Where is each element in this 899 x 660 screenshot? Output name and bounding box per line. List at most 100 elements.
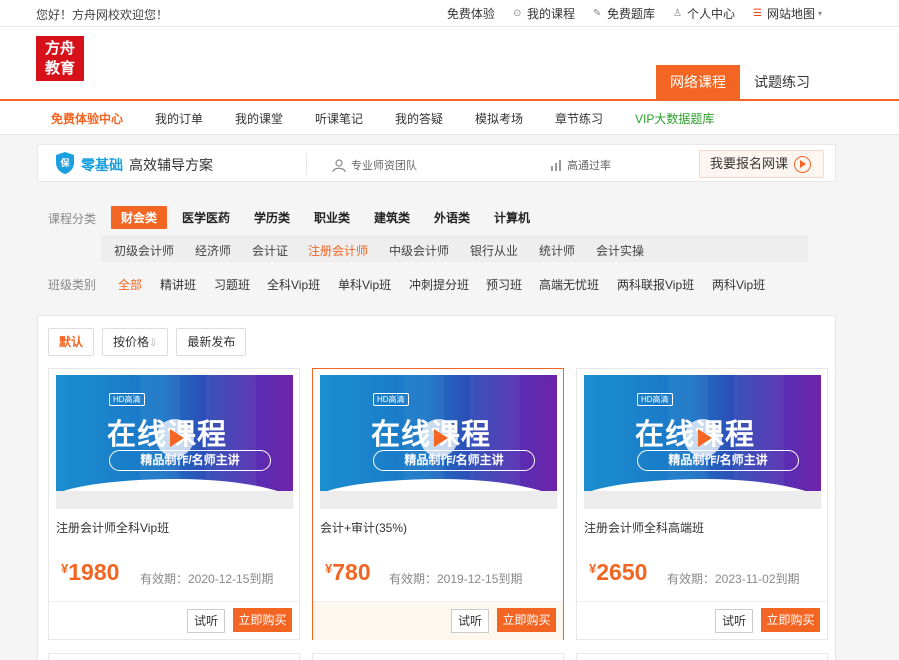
course-card[interactable] bbox=[48, 653, 300, 660]
sort-price-button[interactable]: 按价格⇩ bbox=[102, 328, 169, 356]
subnav-chapter-practice[interactable]: 章节练习 bbox=[555, 110, 603, 127]
subcategory-item[interactable]: 会计证 bbox=[252, 242, 288, 259]
course-price: ¥780 bbox=[325, 559, 371, 586]
course-list: 默认 按价格⇩ 最新发布 HD高清 在线课程 精品制作/名师主讲 注册会计师全科… bbox=[37, 315, 836, 660]
class-filter-item[interactable]: 精讲班 bbox=[160, 276, 196, 293]
class-filter-item[interactable]: 预习班 bbox=[486, 276, 522, 293]
shield-icon: 保 bbox=[56, 152, 74, 174]
category-accounting[interactable]: 财会类 bbox=[111, 206, 168, 229]
subcategory-item[interactable]: 经济师 bbox=[195, 242, 231, 259]
trial-button[interactable]: 试听 bbox=[187, 609, 225, 633]
top-link-label: 我的课程 bbox=[526, 7, 575, 21]
subnav-my-classroom[interactable]: 我的课堂 bbox=[235, 110, 283, 127]
course-card[interactable]: HD高清 在线课程 精品制作/名师主讲 会计+审计(35%) ¥780 有效期：… bbox=[312, 368, 564, 640]
banner-feature-label: 高通过率 bbox=[567, 160, 611, 172]
category-language[interactable]: 外语类 bbox=[434, 209, 470, 226]
play-icon[interactable] bbox=[420, 419, 458, 457]
course-name[interactable]: 注册会计师全科高端班 bbox=[584, 519, 704, 536]
nav-exam-practice[interactable]: 试题练习 bbox=[740, 65, 824, 99]
banner-feature-label: 专业师资团队 bbox=[351, 160, 417, 172]
category-medical[interactable]: 医学医药 bbox=[182, 209, 230, 226]
sort-latest-button[interactable]: 最新发布 bbox=[176, 328, 247, 356]
course-card[interactable] bbox=[312, 653, 564, 660]
class-filter-item[interactable]: 全科Vip班 bbox=[267, 276, 320, 293]
hd-badge: HD高清 bbox=[637, 393, 673, 406]
top-link-question-bank[interactable]: ✎ 免费题库 bbox=[593, 5, 655, 22]
top-link-personal-center[interactable]: ♙ 个人中心 bbox=[673, 5, 735, 22]
subcategory-item[interactable]: 中级会计师 bbox=[389, 242, 449, 259]
nav-online-courses[interactable]: 网络课程 bbox=[656, 65, 740, 99]
logo-line2: 教育 bbox=[44, 59, 75, 77]
play-circle-icon: ⊙ bbox=[512, 8, 522, 19]
top-link-site-map[interactable]: ☰ 网站地图 ▾ bbox=[753, 5, 829, 22]
trial-button[interactable]: 试听 bbox=[451, 609, 489, 633]
top-links: 免费体验 ⊙ 我的课程 ✎ 免费题库 ♙ 个人中心 ☰ 网站地图 ▾ bbox=[447, 5, 829, 22]
course-name[interactable]: 注册会计师全科Vip班 bbox=[56, 519, 169, 536]
sort-arrow-icon: ⇩ bbox=[149, 338, 158, 349]
trial-button[interactable]: 试听 bbox=[715, 609, 753, 633]
subcategory-item[interactable]: 初级会计师 bbox=[114, 242, 174, 259]
class-filter-item[interactable]: 高端无忧班 bbox=[539, 276, 599, 293]
top-bar: 您好！方舟网校欢迎您！ 免费体验 ⊙ 我的课程 ✎ 免费题库 ♙ 个人中心 ☰ 网站地图… bbox=[0, 0, 899, 27]
banner-feature-pass-rate: 高通过率 bbox=[550, 157, 611, 173]
subcategory-item[interactable]: 会计实操 bbox=[596, 242, 644, 259]
price-value: 1980 bbox=[68, 559, 120, 585]
currency-symbol: ¥ bbox=[61, 561, 69, 576]
card-footer: 试听 立即购买 bbox=[577, 601, 827, 640]
class-filter-item[interactable]: 单科Vip班 bbox=[338, 276, 391, 293]
category-construction[interactable]: 建筑类 bbox=[374, 209, 410, 226]
course-validity: 有效期：2023-11-02到期 bbox=[667, 572, 800, 586]
play-icon[interactable] bbox=[156, 419, 194, 457]
class-filter-item[interactable]: 全部 bbox=[118, 276, 142, 293]
course-price: ¥1980 bbox=[61, 559, 119, 586]
class-filter-item[interactable]: 两科联报Vip班 bbox=[617, 276, 694, 293]
course-thumbnail[interactable]: HD高清 在线课程 精品制作/名师主讲 bbox=[584, 375, 821, 509]
subnav-vip-bank[interactable]: VIP大数据题库 bbox=[635, 110, 714, 127]
course-thumbnail[interactable]: HD高清 在线课程 精品制作/名师主讲 bbox=[320, 375, 557, 509]
subnav-my-qa[interactable]: 我的答疑 bbox=[395, 110, 443, 127]
course-card[interactable]: HD高清 在线课程 精品制作/名师主讲 注册会计师全科高端班 ¥2650 有效期… bbox=[576, 368, 828, 640]
promo-banner: 保 零基础 高效辅导方案 专业师资团队 高通过率 我要报名网课 bbox=[37, 144, 836, 182]
course-validity: 有效期：2019-12-15到期 bbox=[389, 572, 523, 586]
subnav-mock-exam[interactable]: 模拟考场 bbox=[475, 110, 523, 127]
signup-label: 我要报名网课 bbox=[710, 156, 789, 171]
sub-nav: 免费体验中心 我的订单 我的课堂 听课笔记 我的答疑 模拟考场 章节练习 VIP… bbox=[0, 101, 899, 135]
banner-title: 高效辅导方案 bbox=[129, 157, 213, 173]
subnav-free-trial-center[interactable]: 免费体验中心 bbox=[51, 110, 123, 127]
logo[interactable]: 方舟 教育 bbox=[36, 36, 84, 81]
main-nav: 网络课程 试题练习 bbox=[656, 65, 824, 99]
course-card[interactable]: HD高清 在线课程 精品制作/名师主讲 注册会计师全科Vip班 ¥1980 有效… bbox=[48, 368, 300, 640]
subcategory-bar: 初级会计师 经济师 会计证 注册会计师 中级会计师 银行从业 统计师 会计实操 bbox=[101, 235, 808, 262]
buy-button[interactable]: 立即购买 bbox=[761, 608, 820, 632]
signup-button[interactable]: 我要报名网课 bbox=[699, 150, 824, 178]
subcategory-item[interactable]: 统计师 bbox=[539, 242, 575, 259]
course-name[interactable]: 会计+审计(35%) bbox=[320, 519, 407, 536]
course-card[interactable] bbox=[576, 653, 828, 660]
bar-chart-icon bbox=[551, 160, 561, 171]
play-icon[interactable] bbox=[684, 419, 722, 457]
sort-default-button[interactable]: 默认 bbox=[48, 328, 95, 356]
list-icon: ☰ bbox=[752, 8, 762, 19]
buy-button[interactable]: 立即购买 bbox=[233, 608, 292, 632]
category-computer[interactable]: 计算机 bbox=[494, 209, 530, 226]
category-education[interactable]: 学历类 bbox=[254, 209, 290, 226]
thumb-subtitle: 精品制作/名师主讲 bbox=[637, 450, 799, 471]
course-thumbnail[interactable]: HD高清 在线课程 精品制作/名师主讲 bbox=[56, 375, 293, 509]
top-link-label: 网站地图 bbox=[766, 7, 815, 21]
top-link-free-trial[interactable]: 免费体验 bbox=[447, 5, 495, 22]
subnav-notes[interactable]: 听课笔记 bbox=[315, 110, 363, 127]
subnav-my-orders[interactable]: 我的订单 bbox=[155, 110, 203, 127]
subcategory-item[interactable]: 银行从业 bbox=[470, 242, 518, 259]
class-filter-item[interactable]: 习题班 bbox=[214, 276, 250, 293]
sort-price-label: 按价格 bbox=[113, 335, 150, 349]
svg-text:保: 保 bbox=[59, 157, 70, 169]
banner-divider bbox=[306, 153, 307, 175]
price-value: 780 bbox=[332, 559, 371, 585]
class-filter-item[interactable]: 冲刺提分班 bbox=[409, 276, 469, 293]
category-vocational[interactable]: 职业类 bbox=[314, 209, 350, 226]
buy-button[interactable]: 立即购买 bbox=[497, 608, 556, 632]
class-filter-item[interactable]: 两科Vip班 bbox=[712, 276, 765, 293]
top-link-label: 免费题库 bbox=[606, 7, 655, 21]
top-link-my-courses[interactable]: ⊙ 我的课程 bbox=[513, 5, 575, 22]
subcategory-item[interactable]: 注册会计师 bbox=[308, 242, 368, 259]
